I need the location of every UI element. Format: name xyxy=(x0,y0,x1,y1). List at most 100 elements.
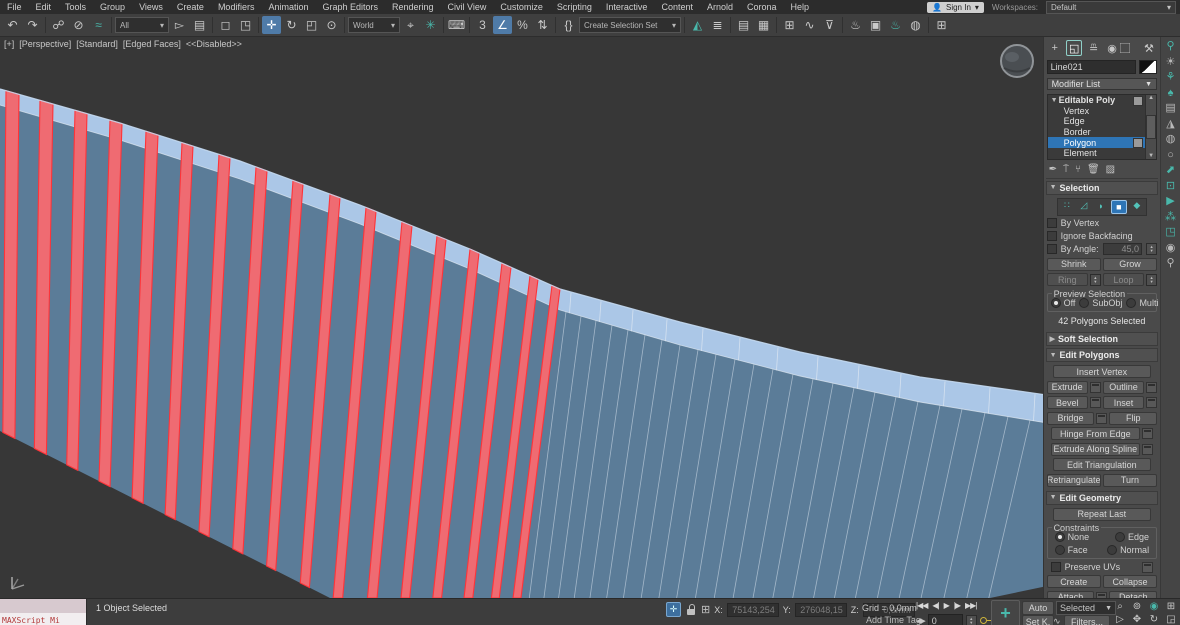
select-and-move-icon[interactable]: ✛ xyxy=(262,16,281,34)
outline-settings-icon[interactable] xyxy=(1146,381,1158,393)
menu-arnold[interactable]: Arnold xyxy=(700,2,740,12)
key-filters-button[interactable]: Filters... xyxy=(1064,615,1110,625)
zoom-extents-icon[interactable]: ◉ xyxy=(1150,601,1159,612)
extrude-button[interactable]: Extrude xyxy=(1046,380,1088,394)
viewport-layout-tabs-icon[interactable]: ⊞ xyxy=(932,16,951,34)
lightbulb-icon[interactable]: ⚲ xyxy=(1167,41,1175,52)
constraint-none-radio[interactable] xyxy=(1054,532,1065,543)
snaps-toggle-3d-icon[interactable]: 3 xyxy=(473,16,492,34)
rectangular-selection-region-icon[interactable]: ◻ xyxy=(216,16,235,34)
constraint-normal-radio[interactable] xyxy=(1107,545,1118,556)
menu-tools[interactable]: Tools xyxy=(58,2,93,12)
select-and-link-icon[interactable]: ☍ xyxy=(49,16,68,34)
blinds-icon[interactable]: ▤ xyxy=(1165,103,1175,114)
select-object-icon[interactable]: ▻ xyxy=(170,16,189,34)
preserve-uvs-settings-icon[interactable] xyxy=(1142,561,1154,573)
edit-named-selection-sets-icon[interactable]: {} xyxy=(559,16,578,34)
cone-light-icon[interactable]: ◮ xyxy=(1166,118,1174,130)
toggle-layer-explorer-icon[interactable]: ▦ xyxy=(754,16,773,34)
viewport-label-disabled[interactable]: <<Disabled>> xyxy=(186,39,242,49)
workspace-dropdown[interactable]: Default ▾ xyxy=(1046,1,1176,14)
grass-scatter-icon[interactable]: ⁂ xyxy=(1165,211,1176,223)
hinge-settings-icon[interactable] xyxy=(1142,428,1154,440)
ring-button[interactable]: Ring xyxy=(1046,273,1088,287)
viewport-canvas[interactable] xyxy=(0,37,1043,598)
create-button[interactable]: Create xyxy=(1046,575,1101,589)
pin-stack-icon[interactable]: ✒ xyxy=(1049,164,1057,175)
object-name-field[interactable]: Line021 xyxy=(1046,60,1137,74)
by-angle-value-field[interactable]: 45,0 xyxy=(1102,243,1143,256)
viewport-label-edged-faces[interactable]: [Edged Faces] xyxy=(123,39,181,49)
viewport-label-perspective[interactable]: [Perspective] xyxy=(19,39,71,49)
stack-item-toggle[interactable] xyxy=(1133,138,1144,149)
trees-icon[interactable]: ♠ xyxy=(1168,87,1174,99)
y-coordinate-field[interactable]: 276048,15 xyxy=(794,602,847,617)
by-angle-spinner[interactable]: ▲ ▼ xyxy=(1146,243,1158,256)
maximize-viewport-icon[interactable]: ◲ xyxy=(1166,614,1175,625)
key-mode-icon[interactable] xyxy=(979,615,991,625)
bind-to-space-warp-icon[interactable]: ≈ xyxy=(89,16,108,34)
select-and-rotate-icon[interactable]: ↻ xyxy=(282,16,301,34)
menu-scripting[interactable]: Scripting xyxy=(550,2,599,12)
stack-item-toggle[interactable] xyxy=(1133,96,1144,106)
mirror-icon[interactable]: ◭ xyxy=(688,16,707,34)
menu-content[interactable]: Content xyxy=(654,2,700,12)
keyboard-shortcut-override-icon[interactable]: ⌨ xyxy=(447,16,466,34)
eye-icon[interactable]: ◉ xyxy=(1166,242,1176,254)
curve-editor-icon[interactable]: ∿ xyxy=(800,16,819,34)
detach-button[interactable]: Detach xyxy=(1109,590,1158,598)
maxscript-mini-listener[interactable]: MAXScript Mi xyxy=(0,599,87,625)
edit-polygons-rollout-header[interactable]: ▼ Edit Polygons xyxy=(1045,348,1159,363)
key-selection-set-dropdown[interactable]: Selected ▼ xyxy=(1056,601,1116,615)
preserve-uvs-checkbox[interactable] xyxy=(1050,562,1061,573)
stack-item-border[interactable]: Border xyxy=(1048,127,1146,138)
frame-nudge-icon[interactable]: ◀▶ xyxy=(916,617,926,625)
bell-lamp-icon[interactable]: ◍ xyxy=(1166,134,1176,145)
menu-group[interactable]: Group xyxy=(93,2,132,12)
named-selection-set-field[interactable]: Create Selection Set ▾ xyxy=(579,17,681,33)
select-and-place-icon[interactable]: ⊙ xyxy=(322,16,341,34)
toggle-ribbon-icon[interactable]: ⊞ xyxy=(780,16,799,34)
redo-icon[interactable]: ↷ xyxy=(23,16,42,34)
viewport-label-standard[interactable]: [Standard] xyxy=(76,39,118,49)
play-box-icon[interactable]: ▶ xyxy=(1166,196,1174,207)
hinge-from-edge-button[interactable]: Hinge From Edge xyxy=(1050,427,1141,441)
zoom-icon[interactable]: ⌕ xyxy=(1117,601,1123,612)
sun-icon[interactable]: ☀ xyxy=(1166,56,1176,68)
remove-modifier-icon[interactable]: 🗑 xyxy=(1087,164,1100,175)
make-unique-icon[interactable]: ⑂ xyxy=(1075,164,1081,175)
vertex-subobject-icon[interactable]: ∷ xyxy=(1060,200,1074,212)
motion-tab[interactable]: ◉ xyxy=(1105,41,1119,55)
x-coordinate-field[interactable]: 75143,254 xyxy=(726,602,779,617)
select-by-name-icon[interactable]: ▤ xyxy=(190,16,209,34)
insert-vertex-button[interactable]: Insert Vertex xyxy=(1052,365,1152,379)
render-in-cloud-icon[interactable]: ◍ xyxy=(906,16,925,34)
constraint-edge-radio[interactable] xyxy=(1115,532,1126,543)
edge-subobject-icon[interactable]: ◿ xyxy=(1077,200,1091,212)
display-tab[interactable]: ⃞ xyxy=(1123,41,1137,55)
menu-create[interactable]: Create xyxy=(170,2,211,12)
edit-triangulation-button[interactable]: Edit Triangulation xyxy=(1052,458,1152,472)
plant-icon[interactable]: ⚘ xyxy=(1166,72,1176,83)
loop-spinner[interactable]: ▲ ▼ xyxy=(1146,273,1158,286)
play-button[interactable]: ▶ xyxy=(944,601,950,610)
flip-button[interactable]: Flip xyxy=(1109,411,1158,425)
key-tangents-icon[interactable]: ∿ xyxy=(1053,616,1061,625)
collapse-button[interactable]: Collapse xyxy=(1102,575,1158,589)
retriangulate-button[interactable]: Retriangulate xyxy=(1046,473,1101,487)
render-region-icon[interactable]: ◳ xyxy=(1165,227,1175,238)
rendered-frame-window-icon[interactable]: ▣ xyxy=(866,16,885,34)
modifier-list-dropdown[interactable]: Modifier List ▼ xyxy=(1046,78,1158,90)
extrude-along-spline-settings-icon[interactable] xyxy=(1142,443,1154,455)
configure-modifier-sets-icon[interactable]: ▨ xyxy=(1106,164,1115,175)
undo-icon[interactable]: ↶ xyxy=(3,16,22,34)
edit-geometry-rollout-header[interactable]: ▼ Edit Geometry xyxy=(1045,490,1159,505)
render-production-icon[interactable]: ♨ xyxy=(886,16,905,34)
viewport-label-[interactable]: [+] xyxy=(4,39,14,49)
scroll-thumb[interactable] xyxy=(1146,114,1157,139)
menu-rendering[interactable]: Rendering xyxy=(385,2,441,12)
bridge-settings-icon[interactable] xyxy=(1096,412,1108,424)
scroll-down-icon[interactable]: ▼ xyxy=(1148,153,1154,159)
loop-button[interactable]: Loop xyxy=(1102,273,1145,287)
window-crossing-icon[interactable]: ◳ xyxy=(236,16,255,34)
